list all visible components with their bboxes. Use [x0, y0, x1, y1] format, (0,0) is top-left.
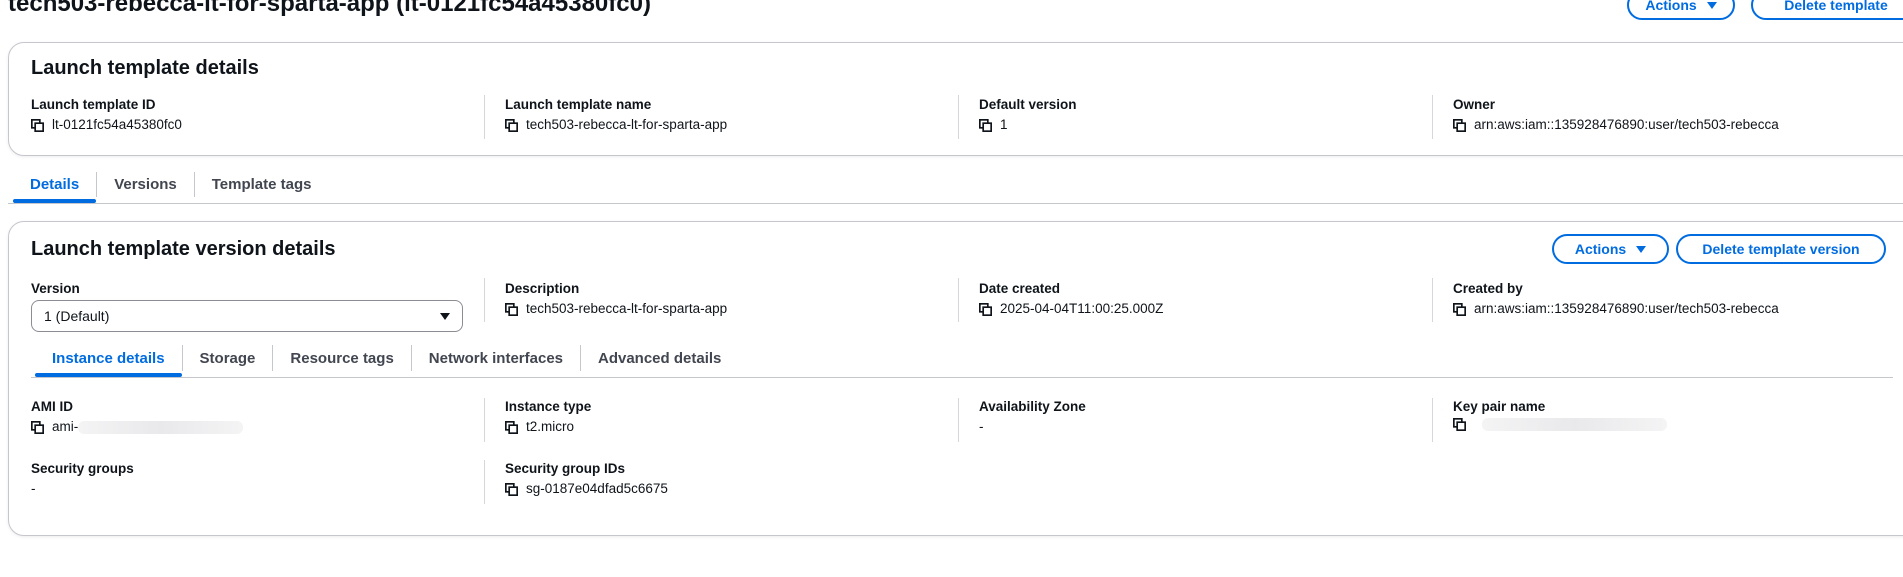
copy-icon[interactable] [505, 421, 518, 434]
delete-template-version-label: Delete template version [1702, 241, 1860, 257]
field-value: sg-0187e04dfad5c6675 [526, 481, 668, 496]
copy-icon[interactable] [31, 119, 44, 132]
column-divider [958, 95, 959, 139]
field-key-pair-name: Key pair name [1453, 398, 1813, 431]
field-default-version: Default version 1 [979, 96, 1339, 134]
field-date-created: Date created 2025-04-04T11:00:25.000Z [979, 280, 1339, 318]
field-value: ami- [52, 419, 79, 434]
redacted-value [78, 420, 244, 434]
column-divider [484, 398, 485, 442]
field-label: Default version [979, 97, 1077, 112]
field-value: arn:aws:iam::135928476890:user/tech503-r… [1474, 301, 1779, 316]
launch-template-version-details-card: Launch template version details Actions … [8, 221, 1903, 536]
column-divider [958, 278, 959, 322]
tab-template-tags[interactable]: Template tags [195, 166, 329, 203]
field-label: Version [31, 281, 80, 296]
field-label: AMI ID [31, 399, 73, 414]
tab-details[interactable]: Details [13, 166, 97, 203]
caret-down-icon [1636, 245, 1647, 253]
field-label: Description [505, 281, 580, 296]
copy-icon[interactable] [505, 483, 518, 496]
card-title: Launch template version details [31, 238, 336, 260]
copy-icon[interactable] [1453, 418, 1466, 431]
tab-resource-tags[interactable]: Resource tags [273, 339, 410, 377]
column-divider [1432, 398, 1433, 442]
field-owner: Owner arn:aws:iam::135928476890:user/tec… [1453, 96, 1813, 134]
field-description: Description tech503-rebecca-lt-for-spart… [505, 280, 865, 318]
field-label: Launch template name [505, 97, 652, 112]
field-label: Owner [1453, 97, 1496, 112]
delete-template-label: Delete template [1784, 0, 1888, 13]
field-instance-type: Instance type t2.micro [505, 398, 865, 436]
field-version: Version [31, 280, 391, 298]
copy-icon[interactable] [979, 303, 992, 316]
field-label: Date created [979, 281, 1061, 296]
copy-icon[interactable] [1453, 119, 1466, 132]
version-select[interactable]: 1 (Default) [31, 300, 463, 332]
field-label: Security group IDs [505, 461, 626, 476]
tab-network-interfaces[interactable]: Network interfaces [412, 339, 580, 377]
field-value: 1 [1000, 117, 1008, 132]
version-actions-button[interactable]: Actions [1552, 234, 1669, 264]
actions-label: Actions [1645, 0, 1697, 13]
main-tabs: Details Versions Template tags [13, 166, 329, 203]
field-value: arn:aws:iam::135928476890:user/tech503-r… [1474, 117, 1779, 132]
field-created-by: Created by arn:aws:iam::135928476890:use… [1453, 280, 1813, 318]
caret-down-icon [1706, 1, 1717, 9]
field-value: tech503-rebecca-lt-for-sparta-app [526, 117, 728, 132]
column-divider [1432, 95, 1433, 139]
copy-icon[interactable] [1453, 303, 1466, 316]
field-value: lt-0121fc54a45380fc0 [52, 117, 182, 132]
column-divider [484, 95, 485, 139]
field-value: - [31, 481, 36, 496]
field-launch-template-id: Launch template ID lt-0121fc54a45380fc0 [31, 96, 391, 134]
field-label: Launch template ID [31, 97, 156, 112]
column-divider [1432, 278, 1433, 322]
delete-template-button[interactable]: Delete template [1751, 0, 1903, 20]
field-label: Instance type [505, 399, 592, 414]
field-security-group-ids: Security group IDs sg-0187e04dfad5c6675 [505, 460, 865, 498]
column-divider [958, 398, 959, 442]
field-launch-template-name: Launch template name tech503-rebecca-lt-… [505, 96, 865, 134]
column-divider [484, 278, 485, 322]
column-divider [484, 460, 485, 504]
field-value: tech503-rebecca-lt-for-sparta-app [526, 301, 728, 316]
field-label: Security groups [31, 461, 134, 476]
launch-template-details-card: Launch template details Launch template … [8, 42, 1903, 156]
tabs-underline [8, 203, 1903, 204]
card-title: Launch template details [31, 57, 259, 79]
field-value: 2025-04-04T11:00:25.000Z [1000, 301, 1164, 316]
actions-dropdown-button[interactable]: Actions [1627, 0, 1735, 20]
tab-storage[interactable]: Storage [183, 339, 273, 377]
field-value: t2.micro [526, 419, 575, 434]
delete-template-version-button[interactable]: Delete template version [1676, 234, 1886, 264]
caret-down-icon [440, 312, 450, 320]
field-label: Key pair name [1453, 399, 1546, 414]
tab-versions[interactable]: Versions [97, 166, 194, 203]
page-title: tech503-rebecca-lt-for-sparta-app (lt-01… [8, 0, 651, 17]
actions-label: Actions [1574, 241, 1627, 257]
copy-icon[interactable] [505, 303, 518, 316]
version-select-value: 1 (Default) [44, 308, 110, 324]
copy-icon[interactable] [31, 421, 44, 434]
tabs-underline [31, 377, 1893, 378]
redacted-value [1482, 418, 1667, 431]
field-availability-zone: Availability Zone - [979, 398, 1339, 436]
field-value: - [979, 419, 984, 434]
field-ami-id: AMI ID ami- [31, 398, 391, 436]
field-security-groups: Security groups - [31, 460, 391, 498]
copy-icon[interactable] [979, 119, 992, 132]
tab-advanced-details[interactable]: Advanced details [581, 339, 738, 377]
tab-instance-details[interactable]: Instance details [35, 339, 182, 377]
field-label: Availability Zone [979, 399, 1086, 414]
instance-tabs: Instance details Storage Resource tags N… [35, 339, 738, 377]
copy-icon[interactable] [505, 119, 518, 132]
field-label: Created by [1453, 281, 1523, 296]
